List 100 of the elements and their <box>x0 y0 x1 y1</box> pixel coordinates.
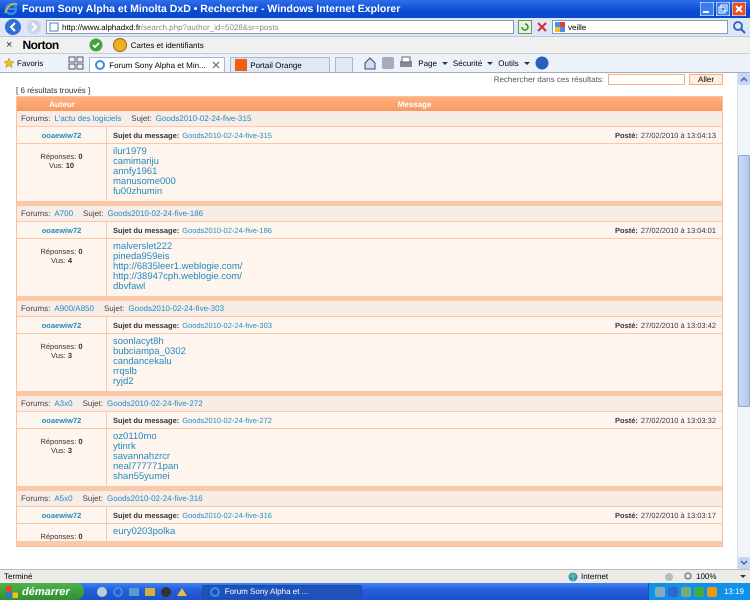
browser-tab[interactable]: Portail Orange <box>230 57 330 72</box>
browser-logo-icon <box>208 586 221 598</box>
forum-link[interactable]: L'actu des logiciels <box>54 114 122 123</box>
caret-icon[interactable] <box>740 575 746 578</box>
forum-label: Forums: <box>21 304 50 313</box>
message-line: oz0110mo <box>113 432 158 442</box>
forum-link[interactable]: A700 <box>54 209 74 218</box>
command-menu[interactable]: Sécurité <box>452 58 482 68</box>
forum-link[interactable]: A900/A850 <box>54 304 94 313</box>
command-menu[interactable]: Outils <box>498 58 519 68</box>
topic-link[interactable]: Goods2010-02-24-five-303 <box>128 304 224 313</box>
message-line: rrqslb <box>113 367 138 377</box>
message-line: ilur1979 <box>113 147 148 157</box>
close-icon[interactable] <box>732 2 746 16</box>
close-tab-icon[interactable] <box>212 61 220 69</box>
quick-launch-icon[interactable] <box>160 586 172 598</box>
column-header: Auteur <box>48 100 76 108</box>
search-results-field[interactable] <box>608 74 685 85</box>
go-button[interactable]: Aller <box>688 74 723 85</box>
message-line: http://38947cph.weblogie.com/ <box>113 272 243 282</box>
topic-link[interactable]: Goods2010-02-24-five-186 <box>108 209 204 218</box>
message-line: ryjd2 <box>113 377 135 387</box>
caret-icon[interactable] <box>442 62 448 64</box>
scroll-down-icon[interactable] <box>738 557 750 569</box>
message-line: ytinrk <box>113 442 137 452</box>
caret-icon[interactable] <box>524 62 530 64</box>
refresh-icon[interactable] <box>518 20 532 34</box>
column-header: Message <box>396 100 432 108</box>
topic-label: Sujet: <box>82 399 104 408</box>
search-field[interactable]: veille <box>552 20 728 34</box>
stop-icon[interactable] <box>536 21 548 33</box>
address-field[interactable]: http://www.alphadxd.fr/search.php?author_id=5028&sr=posts <box>46 20 514 34</box>
browser-logo-icon <box>4 2 18 16</box>
minimize-icon[interactable] <box>700 2 714 16</box>
message-line: fu00zhumin <box>113 187 164 197</box>
message-line: dbvfawl <box>113 282 146 292</box>
page-icon <box>49 22 59 32</box>
quick-launch-icon[interactable] <box>128 586 140 598</box>
site-favicon-icon <box>235 59 248 71</box>
caret-icon[interactable] <box>487 62 494 64</box>
favorites-button[interactable]: Favoris <box>4 58 44 68</box>
forum-label: Forums: <box>21 114 50 123</box>
globe-icon <box>568 572 578 582</box>
message-line: camimariju <box>113 157 160 167</box>
window-title: Forum Sony Alpha et Minolta DxD • Rechercher - Windows Internet Explorer <box>22 3 402 15</box>
browser-logo-icon <box>94 59 106 71</box>
results-count: [ 6 résultats trouvés ] <box>16 86 92 95</box>
scrollbar[interactable] <box>737 73 750 569</box>
search-provider-icon <box>555 22 565 32</box>
forum-label: Forums: <box>21 494 50 503</box>
start-button[interactable]: démarrer <box>0 583 84 600</box>
forum-label: Forums: <box>21 399 50 408</box>
quick-launch-icon[interactable] <box>96 586 108 598</box>
message-line: http://6835leer1.weblogie.com/ <box>113 262 244 272</box>
home-icon[interactable] <box>363 56 378 70</box>
restore-icon[interactable] <box>716 2 730 16</box>
message-line: annfy1961 <box>113 167 158 177</box>
scroll-thumb[interactable] <box>738 155 750 407</box>
quick-launch-icon[interactable] <box>176 586 188 598</box>
forum-link[interactable]: A5x0 <box>54 494 73 503</box>
message-line: eury0203polka <box>113 527 176 537</box>
search-results-label: Rechercher dans ces résultats: <box>494 75 604 84</box>
message-line: savannahzrcr <box>113 452 172 462</box>
message-line: candancekalu <box>113 357 173 367</box>
message-line: neal777771pan <box>113 462 180 472</box>
message-line: shan55yumei <box>113 472 171 482</box>
topic-link[interactable]: Goods2010-02-24-five-272 <box>107 399 203 408</box>
security-zone: Internet <box>568 572 658 582</box>
command-menu[interactable]: Page <box>418 58 437 68</box>
clock: 13:19 <box>724 587 744 596</box>
browser-tab[interactable]: Forum Sony Alpha et Min... <box>89 57 226 72</box>
magnifier-icon <box>684 572 693 581</box>
printer-icon[interactable] <box>399 56 414 70</box>
star-icon <box>4 58 14 68</box>
quick-tabs-icon[interactable] <box>68 56 84 70</box>
message-line: soonlacyt8h <box>113 337 165 347</box>
norton-menu[interactable]: Norton <box>22 38 59 52</box>
topic-label: Sujet: <box>104 304 124 313</box>
status-text: Terminé <box>4 572 32 581</box>
back-icon[interactable] <box>4 18 22 36</box>
scroll-up-icon[interactable] <box>738 73 750 85</box>
message-line: manusome000 <box>113 177 177 187</box>
zoom-level[interactable]: 100% <box>684 572 734 581</box>
close-toolbar-button[interactable]: × <box>6 39 12 51</box>
message-line: bubciampa_0302 <box>113 347 187 357</box>
topic-link[interactable]: Goods2010-02-24-five-316 <box>107 494 203 503</box>
message-line: malverslet222 <box>113 242 174 252</box>
message-line: pineda959eis <box>113 252 171 262</box>
topic-link[interactable]: Goods2010-02-24-five-315 <box>156 114 252 123</box>
search-icon[interactable] <box>732 20 746 34</box>
windows-logo-icon <box>6 586 18 598</box>
topic-label: Sujet: <box>131 114 152 123</box>
topic-label: Sujet: <box>83 209 104 218</box>
topic-label: Sujet: <box>82 494 104 503</box>
check-icon[interactable] <box>88 38 103 52</box>
taskbar-button[interactable]: Forum Sony Alpha et ... <box>202 584 362 598</box>
quick-launch-icon[interactable] <box>144 586 156 598</box>
identity-menu[interactable]: Cartes et identifiants <box>130 40 204 50</box>
forum-link[interactable]: A3x0 <box>54 399 73 408</box>
forum-label: Forums: <box>21 209 50 218</box>
